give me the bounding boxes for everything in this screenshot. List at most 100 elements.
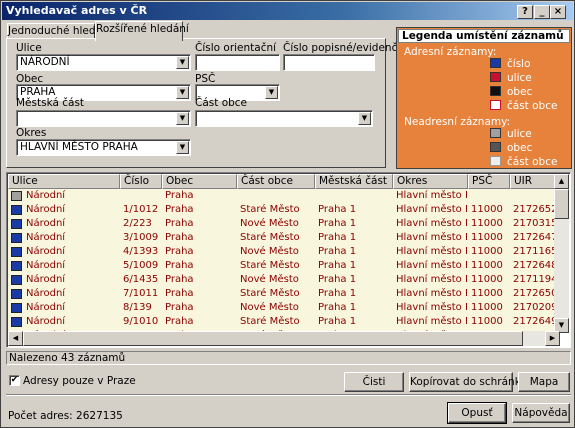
cell-ulice: Národní (26, 316, 66, 327)
scroll-right-button[interactable]: ▶ (545, 331, 560, 346)
okres-value: HLAVNÍ MĚSTO PRAHA (20, 141, 138, 153)
number-icon (11, 233, 22, 243)
cell-cast-obce: Nové Město (240, 302, 299, 313)
cast-obce-combobox[interactable]: ▼ (195, 110, 373, 127)
cislo-popisne-label: Číslo popisné/evidenční (283, 42, 407, 54)
street-nonaddress-icon (490, 128, 501, 138)
cell-mestska-cast (318, 189, 392, 203)
cell-cislo: 7/1011 (123, 288, 159, 299)
cell-uir: 21711941 (513, 274, 559, 285)
cell-okres: Hlavní město Pr... (396, 204, 467, 215)
tab-advanced-search[interactable]: Rozšířené hledání (95, 21, 189, 41)
number-icon (11, 247, 22, 257)
number-icon (11, 219, 22, 229)
column-header-cislo[interactable]: Číslo (120, 174, 162, 189)
municipality-nonaddress-icon (490, 142, 501, 152)
table-row[interactable]: Národní Praha Hlavní město Pr... (8, 189, 560, 203)
horizontal-scroll-thumb[interactable] (23, 331, 523, 346)
cell-cislo: 9/1010 (123, 316, 159, 327)
cell-okres: Hlavní město Pr... (396, 288, 467, 299)
cell-psc: 11000 (471, 316, 503, 327)
table-row[interactable]: Národní 1/1012 Praha Staré Město Praha 1 Hlav… (8, 203, 560, 217)
column-header-ulice[interactable]: Ulice (8, 174, 120, 189)
tab-simple-search[interactable]: Jednoduché hledání (7, 23, 112, 39)
cell-okres: Hlavní město Pr... (396, 274, 467, 285)
praha-only-checkbox[interactable]: ✔ (9, 375, 20, 386)
chevron-down-icon[interactable]: ▼ (265, 86, 278, 99)
cell-mestska-cast: Praha 1 (318, 232, 357, 243)
table-row[interactable]: Národní 5/1009 Praha Staré Město Praha 1 Hlav… (8, 259, 560, 273)
cell-ulice: Národní (26, 274, 66, 285)
cell-ulice: Národní (26, 218, 66, 229)
table-row[interactable]: Národní 9/1010 Praha Staré Město Praha 1 Hlav… (8, 315, 560, 329)
help-button[interactable]: Nápověda (512, 403, 570, 423)
table-row[interactable]: Národní 6/1435 Praha Nové Město Praha 1 Hlavn… (8, 273, 560, 287)
column-header-obec[interactable]: Obec (162, 174, 237, 189)
cell-cislo: 6/1435 (123, 274, 159, 285)
column-header-psc[interactable]: PSČ (468, 174, 510, 189)
cell-psc: 11000 (471, 204, 503, 215)
cell-okres: Hlavní město Pr... (396, 260, 467, 271)
advanced-search-panel: Ulice NÁRODNÍ ▼ Číslo orientační Číslo p… (6, 38, 407, 168)
table-row[interactable]: Národní 4/1393 Praha Nové Město Praha 1 Hlavn… (8, 245, 560, 259)
quit-button[interactable]: Opusť (447, 402, 507, 424)
legend-item-label: ulice (507, 128, 532, 140)
cell-psc: 11000 (471, 288, 503, 299)
table-row[interactable]: Národní 3/1009 Praha Staré Město Praha 1 Hlav… (8, 231, 560, 245)
table-row[interactable]: Národní 2/223 Praha Nové Město Praha 1 Hlavní… (8, 217, 560, 231)
horizontal-scrollbar[interactable]: ◀ ▶ (8, 331, 560, 346)
cell-uir: 21711658 (513, 246, 559, 257)
cell-mestska-cast: Praha 1 (318, 302, 357, 313)
cell-cislo: 3/1009 (123, 232, 159, 243)
column-header-mestska-cast[interactable]: Městská část (315, 174, 393, 189)
copy-to-clipboard-button[interactable]: Kopírovat do schránky (409, 372, 527, 392)
cell-ulice: Národní (26, 232, 66, 243)
address-count: Počet adres: 2627135 (8, 410, 123, 422)
legend-item-street: ulice (490, 72, 532, 84)
cell-cislo: 2/223 (123, 218, 152, 229)
cell-obec: Praha (165, 218, 194, 229)
legend-title: Legenda umístění záznamů (398, 29, 570, 43)
ulice-label: Ulice (16, 42, 42, 54)
chevron-down-icon[interactable]: ▼ (358, 112, 371, 125)
scroll-left-button[interactable]: ◀ (8, 331, 23, 346)
chevron-down-icon[interactable]: ▼ (176, 56, 189, 69)
cell-cast-obce: Staré Město (240, 316, 300, 327)
vertical-scrollbar[interactable]: ▲ ▼ (554, 174, 569, 333)
help-title-button[interactable]: ? (517, 5, 533, 19)
cell-cast-obce: Staré Město (240, 232, 300, 243)
map-button[interactable]: Mapa (518, 372, 570, 392)
okres-combobox[interactable]: HLAVNÍ MĚSTO PRAHA ▼ (16, 139, 191, 156)
legend-panel: Legenda umístění záznamů Adresní záznamy… (396, 27, 572, 169)
legend-item-district-part-nonaddress: část obce (490, 156, 557, 168)
column-header-uir[interactable]: UIR (510, 174, 560, 189)
cell-mestska-cast: Praha 1 (318, 204, 357, 215)
column-header-cast-obce[interactable]: Část obce (237, 174, 315, 189)
cislo-popisne-input[interactable] (283, 54, 375, 71)
cell-okres: Hlavní město Pr... (396, 302, 467, 313)
cell-ulice: Národní (26, 288, 66, 299)
chevron-down-icon[interactable]: ▼ (176, 141, 189, 154)
chevron-down-icon[interactable]: ▼ (176, 112, 189, 125)
close-button[interactable]: × (550, 5, 566, 19)
table-row[interactable]: Národní 8/139 Praha Nové Město Praha 1 Hlavní… (8, 301, 560, 315)
chevron-down-icon[interactable]: ▼ (176, 86, 189, 99)
column-header-okres[interactable]: Okres (393, 174, 468, 189)
cislo-orientacni-input[interactable] (195, 54, 280, 71)
mestska-cast-combobox[interactable]: ▼ (16, 110, 191, 127)
table-row[interactable]: Národní 7/1011 Praha Staré Město Praha 1 Hlav… (8, 287, 560, 301)
legend-address-label: Adresní záznamy: (404, 46, 497, 58)
vertical-scroll-thumb[interactable] (554, 189, 569, 219)
legend-item-label: část obce (507, 100, 558, 112)
ulice-combobox[interactable]: NÁRODNÍ ▼ (16, 54, 191, 71)
number-icon (11, 289, 22, 299)
scroll-up-button[interactable]: ▲ (554, 174, 569, 189)
results-table[interactable]: Ulice Číslo Obec Část obce Městská část … (6, 172, 571, 348)
clear-button[interactable]: Čisti (344, 372, 404, 392)
praha-only-label[interactable]: Adresy pouze v Praze (23, 375, 136, 387)
minimize-button[interactable]: _ (534, 5, 550, 19)
legend-item-label: obec (507, 86, 533, 98)
divider (6, 394, 571, 396)
cell-cislo: 5/1009 (123, 260, 159, 271)
cell-obec: Praha (165, 246, 194, 257)
